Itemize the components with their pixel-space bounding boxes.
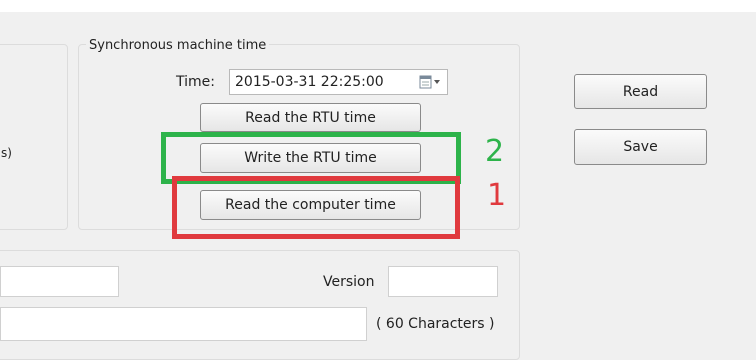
sync-time-group-title: Synchronous machine time	[86, 38, 270, 53]
time-label: Time:	[176, 74, 215, 90]
version-label: Version	[323, 274, 375, 290]
left-input-field[interactable]	[0, 266, 119, 297]
save-button[interactable]: Save	[574, 129, 707, 165]
red-annotation-number: 1	[487, 178, 507, 213]
left-group	[0, 44, 68, 230]
time-picker[interactable]: 2015-03-31 22:25:00	[229, 69, 448, 95]
left-group-partial-text: s)	[1, 146, 12, 160]
calendar-dropdown-icon[interactable]	[419, 75, 443, 89]
character-limit-label: ( 60 Characters )	[376, 316, 495, 332]
read-button[interactable]: Read	[574, 74, 707, 109]
time-picker-value: 2015-03-31 22:25:00	[235, 74, 384, 90]
top-band	[0, 0, 756, 12]
green-annotation-number: 2	[485, 134, 505, 169]
red-annotation-box	[172, 176, 460, 239]
version-input-field[interactable]	[388, 266, 498, 297]
read-rtu-time-button[interactable]: Read the RTU time	[200, 103, 421, 132]
description-input-field[interactable]	[0, 307, 367, 341]
